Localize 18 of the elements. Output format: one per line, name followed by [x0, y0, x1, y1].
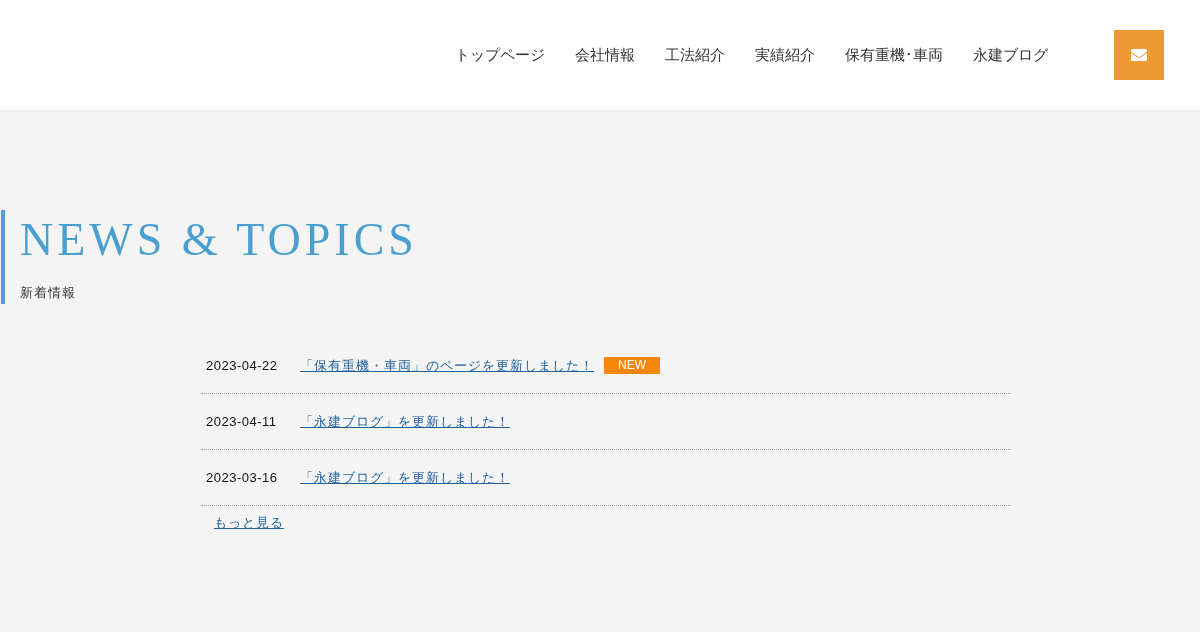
nav-link[interactable]: トップページ: [455, 45, 545, 65]
envelope-icon: [1131, 47, 1147, 63]
news-link[interactable]: 「永建ブログ」を更新しました！: [300, 412, 510, 431]
nav-link[interactable]: 永建ブログ: [973, 45, 1048, 65]
nav-link[interactable]: 工法紹介: [665, 45, 725, 65]
nav-link[interactable]: 実績紹介: [755, 45, 815, 65]
section-subtitle: 新着情報: [20, 284, 76, 302]
new-badge: NEW: [604, 357, 660, 374]
nav-link[interactable]: 会社情報: [575, 45, 635, 65]
news-date: 2023-04-22: [205, 358, 279, 373]
news-link[interactable]: 「永建ブログ」を更新しました！: [300, 468, 510, 487]
section-title: NEWS & TOPICS: [20, 214, 418, 266]
news-link[interactable]: 「保有重機・車両」のページを更新しました！: [300, 356, 594, 375]
nav-link[interactable]: 保有重機･車両: [845, 45, 943, 65]
news-date: 2023-04-11: [205, 414, 278, 429]
mail-button[interactable]: [1114, 30, 1164, 80]
more-link[interactable]: もっと見る: [214, 514, 284, 532]
news-date: 2023-03-16: [205, 470, 279, 485]
